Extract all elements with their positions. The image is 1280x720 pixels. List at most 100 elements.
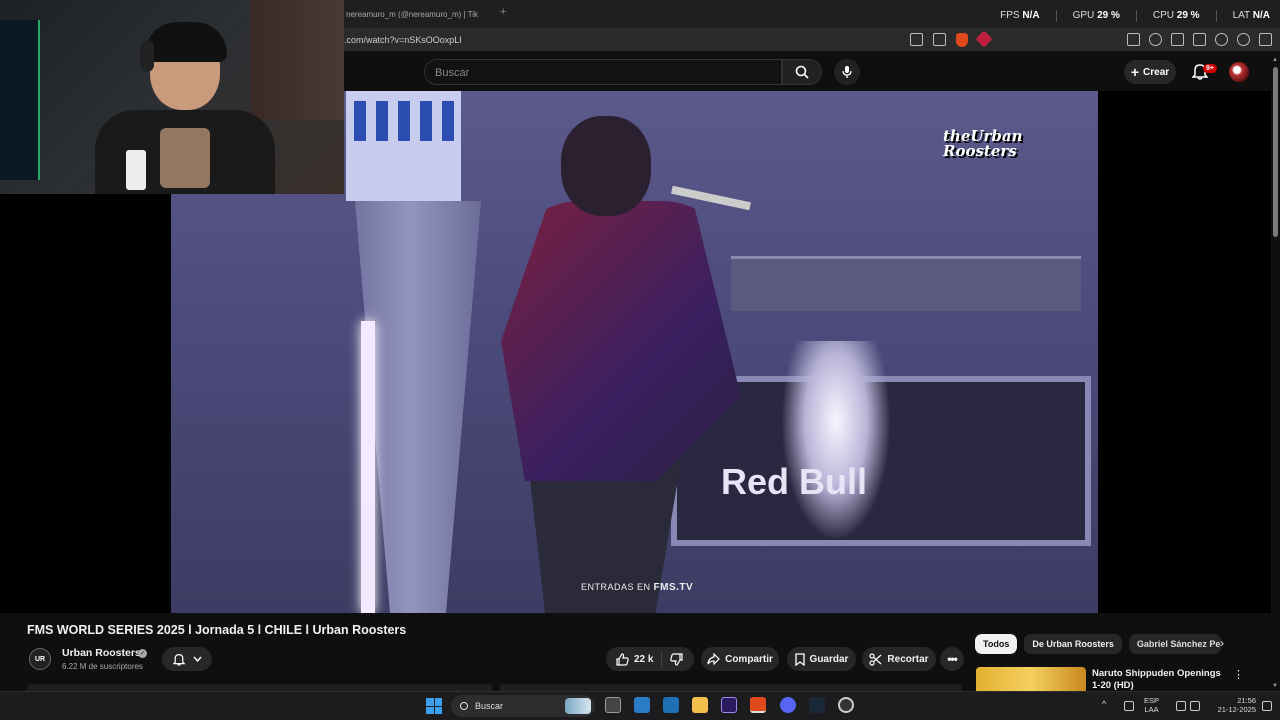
search-placeholder: Buscar [435, 67, 470, 79]
search-button[interactable] [782, 59, 822, 85]
sidebar-icon[interactable] [1171, 33, 1184, 46]
tab-title: nereamuro_m (@nereamuro_m) | Tik [346, 9, 479, 19]
new-tab-button[interactable]: + [500, 6, 506, 18]
input-language[interactable]: ESP LAA [1144, 696, 1159, 714]
thumbs-up-icon [616, 652, 629, 666]
vpn-icon[interactable] [1237, 33, 1250, 46]
taskbar-clock[interactable]: 21:56 21-12-2025 [1208, 696, 1256, 714]
thumbs-down-icon [670, 652, 684, 666]
brave-rewards-icon[interactable] [975, 30, 993, 48]
save-label: Guardar [809, 653, 849, 665]
shirt-print-graphic [160, 128, 210, 188]
fridge-graphic [346, 91, 461, 201]
more-horizontal-icon: ••• [947, 652, 958, 666]
share-arrow-icon [707, 653, 720, 665]
windows-start-icon[interactable] [426, 698, 442, 714]
file-explorer-icon[interactable] [692, 697, 708, 713]
steam-app-icon[interactable] [809, 697, 825, 713]
chevron-up-icon[interactable]: ^ [1102, 699, 1106, 709]
headset-graphic [140, 40, 154, 72]
recommendation-thumbnail[interactable] [976, 667, 1086, 691]
screen: nereamuro_m (@nereamuro_m) | Tik + FPS N… [0, 0, 1280, 720]
screenshot-icon[interactable] [1127, 33, 1140, 46]
chip-from-channel[interactable]: De Urban Roosters [1024, 634, 1122, 654]
url-field[interactable]: .com/watch?v=nSKsOOoxpLI [344, 35, 462, 45]
photos-app-icon[interactable] [634, 697, 650, 713]
brave-app-icon[interactable] [750, 697, 766, 713]
bookmark-icon [794, 652, 805, 666]
dislike-button[interactable] [662, 652, 691, 666]
share-page-icon[interactable] [933, 33, 946, 46]
obs-app-icon[interactable] [838, 697, 854, 713]
share-label: Compartir [725, 653, 773, 665]
premiere-app-icon[interactable] [721, 697, 737, 713]
search-input[interactable]: Buscar [424, 59, 782, 85]
video-caption: ENTRADAS EN FMS.TV [581, 582, 694, 593]
plus-icon: + [1130, 64, 1140, 80]
cabinet-graphic [250, 0, 344, 120]
media-icon[interactable] [1149, 33, 1162, 46]
scroll-thumb[interactable] [1273, 67, 1278, 237]
stage-brand-text: Red Bull [721, 461, 868, 502]
share-button[interactable]: Compartir [701, 647, 779, 671]
channel-watermark: theUrban Roosters [943, 127, 1023, 160]
channel-avatar[interactable]: UR [29, 648, 51, 670]
video-title: FMS WORLD SERIES 2025 l Jornada 5 l CHIL… [27, 623, 407, 637]
notification-center-icon[interactable] [1262, 701, 1272, 711]
taskbar-search-label: Buscar [475, 701, 504, 711]
search-highlight-icon [565, 698, 591, 714]
brave-shields-icon[interactable] [956, 33, 968, 47]
webcam-overlay [0, 0, 344, 194]
light-tube-graphic [361, 321, 375, 613]
volume-icon[interactable] [1190, 701, 1200, 711]
cup-graphic [126, 150, 146, 190]
scroll-up-icon[interactable]: ▲ [1272, 57, 1278, 63]
clip-label: Recortar [887, 653, 929, 665]
like-button[interactable]: 22 k [606, 651, 663, 667]
taskbar-search[interactable]: Buscar [451, 695, 595, 717]
streamer-hair-graphic [145, 22, 227, 62]
voice-search-button[interactable] [834, 59, 860, 85]
bell-icon [172, 653, 185, 666]
cast-icon[interactable] [910, 33, 923, 46]
trophy-graphic [781, 341, 891, 541]
gpu-stat: GPU 29 % [1072, 10, 1120, 21]
vscode-app-icon[interactable] [663, 697, 679, 713]
more-vertical-icon[interactable]: ⋮ [1233, 668, 1244, 681]
wallet-icon[interactable] [1193, 33, 1206, 46]
latency-stat: LAT N/A [1232, 10, 1270, 21]
dj-deck-graphic [731, 256, 1081, 311]
more-actions-button[interactable]: ••• [940, 647, 964, 671]
browser-toolbar [1127, 33, 1272, 46]
chip-related[interactable]: Gabriel Sánchez Pe [1128, 634, 1221, 654]
subscription-bell-button[interactable] [162, 647, 212, 671]
create-button[interactable]: + Crear [1124, 60, 1176, 84]
save-button[interactable]: Guardar [787, 647, 856, 671]
account-avatar[interactable] [1229, 62, 1249, 82]
search-icon [460, 702, 468, 710]
browser-tab[interactable]: nereamuro_m (@nereamuro_m) | Tik [346, 6, 478, 22]
channel-name[interactable]: Urban Roosters [62, 647, 141, 659]
discord-app-icon[interactable] [780, 697, 796, 713]
fps-stat: FPS N/A [1000, 10, 1040, 21]
clip-button[interactable]: Recortar [862, 647, 936, 671]
description-box[interactable] [27, 684, 492, 691]
subscriber-count: 6.22 M de suscriptores [62, 662, 143, 671]
windows-taskbar: Buscar ^ ESP LAA 21:56 21-12-2025 [0, 691, 1280, 720]
network-icon[interactable] [1176, 701, 1186, 711]
address-bar-actions [910, 30, 993, 48]
divider [1215, 10, 1217, 22]
scroll-down-icon[interactable]: ▼ [1272, 683, 1278, 689]
menu-icon[interactable] [1259, 33, 1272, 46]
create-label: Crear [1143, 66, 1170, 78]
chip-all[interactable]: Todos [975, 634, 1018, 654]
task-view-icon[interactable] [605, 697, 621, 713]
chevron-right-icon[interactable]: › [1220, 636, 1224, 650]
performer-head-graphic [561, 116, 651, 216]
ai-assistant-icon[interactable] [1215, 33, 1228, 46]
filter-chips: Todos De Urban Roosters Gabriel Sánchez … [975, 634, 1221, 654]
page-scrollbar[interactable]: ▲ ▼ [1271, 55, 1280, 691]
recommendation-title[interactable]: Naruto Shippuden Openings 1-20 (HD) [1092, 668, 1224, 690]
microphone-tray-icon[interactable] [1124, 701, 1134, 711]
comments-box[interactable] [500, 684, 962, 691]
